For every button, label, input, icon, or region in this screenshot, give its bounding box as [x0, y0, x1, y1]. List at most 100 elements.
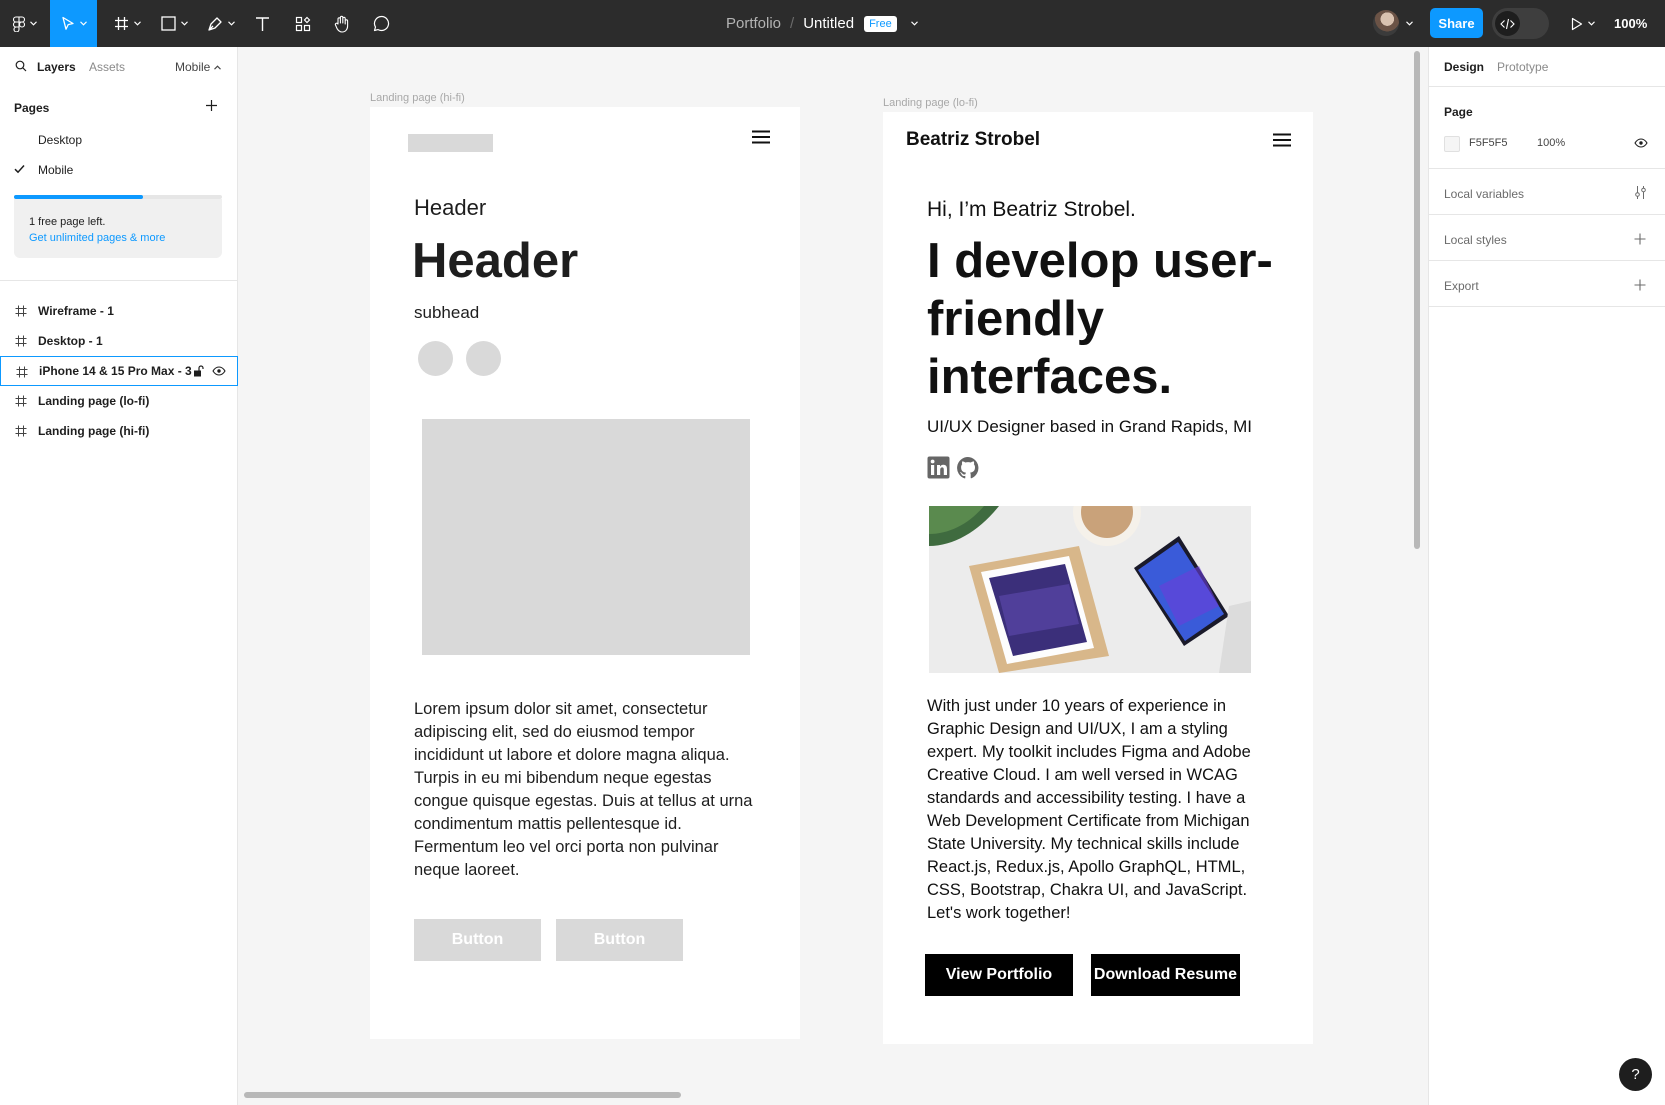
chevron-down-icon[interactable] [910, 21, 918, 26]
text-tool-icon [255, 16, 269, 31]
text-tool-button[interactable] [250, 0, 274, 47]
shape-tool-button[interactable] [156, 0, 192, 47]
plan-badge: Free [864, 15, 897, 32]
devices-illustration [929, 506, 1251, 673]
file-title[interactable]: Portfolio / Untitled Free [726, 0, 918, 47]
main-menu-button[interactable] [8, 0, 42, 47]
layer-row-wireframe-1[interactable]: Wireframe - 1 [0, 296, 237, 326]
divider [1429, 86, 1665, 87]
variables-settings-icon[interactable] [1634, 185, 1647, 200]
page-color-value[interactable]: F5F5F5 [1469, 137, 1508, 149]
resources-icon [295, 16, 311, 31]
tab-prototype[interactable]: Prototype [1497, 60, 1548, 74]
layer-row-landing-lofi[interactable]: Landing page (lo-fi) [0, 386, 237, 416]
dev-mode-knob [1495, 11, 1520, 36]
view-portfolio-button: View Portfolio [925, 954, 1073, 996]
page-item-desktop[interactable]: Desktop [0, 125, 237, 155]
frame-icon [16, 366, 28, 378]
add-export-icon[interactable] [1634, 279, 1646, 291]
add-style-icon[interactable] [1634, 233, 1646, 245]
pages-title: Pages [14, 101, 50, 115]
hamburger-menu-icon [1273, 133, 1291, 147]
layer-row-landing-hifi[interactable]: Landing page (hi-fi) [0, 416, 237, 446]
headline: I develop user-friendly interfaces. [927, 234, 1273, 404]
horizontal-scrollbar[interactable] [244, 1092, 681, 1098]
local-styles-label[interactable]: Local styles [1444, 233, 1507, 247]
move-tool-button[interactable] [50, 0, 97, 47]
placeholder-button-2: Button [556, 919, 683, 961]
comment-tool-button[interactable] [369, 0, 393, 47]
page-item-mobile[interactable]: Mobile [0, 155, 237, 185]
search-icon[interactable] [15, 60, 27, 72]
tab-layers[interactable]: Layers [37, 60, 76, 74]
frame-icon [15, 305, 27, 317]
github-icon [957, 457, 979, 479]
vertical-scrollbar[interactable] [1414, 51, 1420, 549]
devices-photo [929, 506, 1251, 673]
breadcrumb-separator: / [790, 15, 795, 32]
pen-tool-button[interactable] [203, 0, 239, 47]
eye-icon[interactable] [1634, 138, 1648, 148]
upgrade-link[interactable]: Get unlimited pages & more [29, 230, 207, 246]
tab-assets[interactable]: Assets [89, 60, 125, 74]
chevron-down-icon [79, 21, 87, 26]
check-icon [14, 164, 25, 174]
divider [1429, 260, 1665, 261]
image-placeholder [422, 419, 750, 655]
help-button[interactable]: ? [1619, 1058, 1652, 1091]
export-label[interactable]: Export [1444, 279, 1479, 293]
layer-label: Landing page (hi-fi) [38, 424, 150, 438]
about-text: With just under 10 years of experience i… [927, 697, 1251, 922]
header-big: Header [412, 234, 579, 288]
zoom-level[interactable]: 100% [1614, 0, 1647, 47]
layer-label: iPhone 14 & 15 Pro Max - 3 [39, 364, 192, 378]
resources-button[interactable] [291, 0, 315, 47]
top-toolbar: Portfolio / Untitled Free Share 100% [0, 0, 1665, 47]
present-button[interactable] [1568, 0, 1598, 47]
shape-tool-icon [160, 16, 176, 31]
hand-tool-button[interactable] [330, 0, 354, 47]
placeholder-button-1: Button [414, 919, 541, 961]
download-resume-button: Download Resume [1091, 954, 1240, 996]
local-variables-label[interactable]: Local variables [1444, 187, 1524, 201]
eye-icon[interactable] [212, 366, 226, 376]
frame-label-lofi[interactable]: Landing page (lo-fi) [883, 97, 978, 109]
tab-design[interactable]: Design [1444, 60, 1484, 74]
current-page-selector[interactable]: Mobile [175, 60, 222, 74]
chevron-down-icon [1588, 21, 1595, 26]
project-name[interactable]: Portfolio [726, 15, 781, 32]
file-name[interactable]: Untitled [803, 15, 854, 32]
dev-mode-icon [1500, 18, 1515, 29]
current-page-label: Mobile [175, 60, 211, 74]
avatar[interactable] [1373, 10, 1399, 36]
figma-menu-icon [13, 15, 25, 32]
share-button[interactable]: Share [1430, 8, 1483, 38]
chevron-down-icon[interactable] [1406, 21, 1413, 26]
frame-tool-button[interactable] [109, 0, 145, 47]
page-section-title: Page [1444, 105, 1473, 119]
chevron-down-icon [30, 21, 37, 26]
chevron-down-icon [180, 21, 188, 26]
add-page-icon[interactable] [205, 99, 218, 112]
layer-row-desktop-1[interactable]: Desktop - 1 [0, 326, 237, 356]
page-item-label: Mobile [38, 163, 74, 177]
pen-tool-icon [208, 16, 222, 31]
dev-mode-toggle[interactable] [1492, 8, 1549, 39]
page-opacity-value[interactable]: 100% [1537, 137, 1565, 149]
chevron-up-icon [214, 64, 222, 70]
page-color-swatch[interactable] [1444, 136, 1460, 152]
right-panel: Design Prototype Page F5F5F5 100% Local … [1428, 47, 1665, 1105]
frame-label-hifi[interactable]: Landing page (hi-fi) [370, 92, 465, 104]
layer-label: Landing page (lo-fi) [38, 394, 150, 408]
linkedin-icon [927, 456, 950, 479]
canvas[interactable]: Landing page (hi-fi) Header Header subhe… [238, 47, 1428, 1105]
frame-icon [15, 335, 27, 347]
chevron-down-icon [133, 21, 141, 26]
layer-row-iphone-14-15-pro-max-3[interactable]: iPhone 14 & 15 Pro Max - 3 [0, 356, 238, 386]
layer-label: Desktop - 1 [38, 334, 103, 348]
left-panel: Layers Assets Mobile Pages Desktop Mobil… [0, 47, 238, 1105]
frame-landing-hifi[interactable]: Header Header subhead Lorem ipsum dolor … [370, 107, 800, 1039]
divider [1429, 306, 1665, 307]
frame-landing-lofi[interactable]: Beatriz Strobel Hi, I’m Beatriz Strobel.… [883, 112, 1313, 1044]
unlock-icon[interactable] [193, 365, 204, 377]
